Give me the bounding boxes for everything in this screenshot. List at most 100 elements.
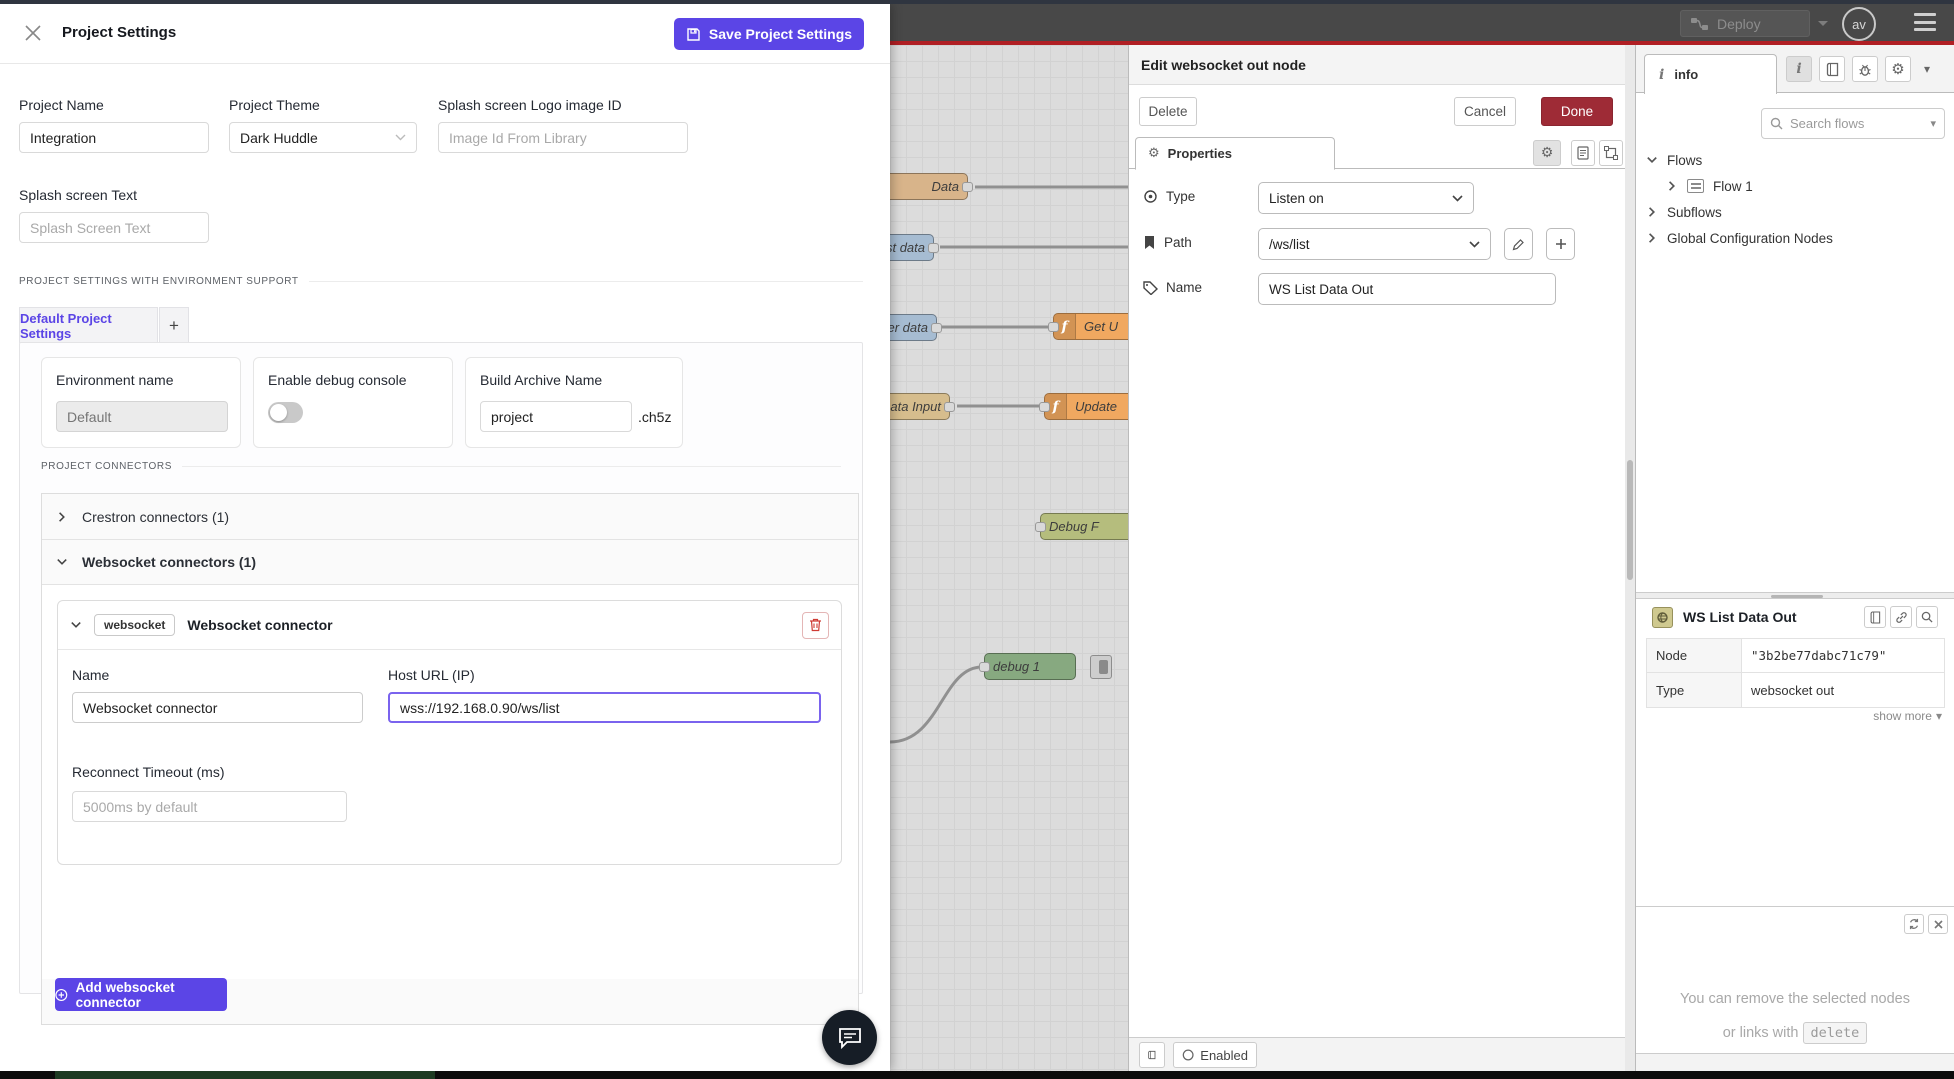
node-description-button[interactable]: [1571, 140, 1595, 166]
selected-node-header: WS List Data Out: [1636, 602, 1954, 632]
user-avatar[interactable]: av: [1842, 7, 1876, 41]
tab-info[interactable]: i info: [1644, 54, 1777, 94]
flow-icon: [1687, 179, 1704, 193]
info-sidebar: i info i ⚙ ▾: [1635, 45, 1954, 1071]
chevron-down-icon: [1646, 154, 1658, 166]
canvas-scrollbar[interactable]: [1625, 45, 1635, 1071]
project-theme-label: Project Theme: [229, 97, 320, 113]
sidebar-help-button[interactable]: [1819, 56, 1845, 82]
sidebar-more-tabs-caret[interactable]: ▾: [1924, 62, 1930, 76]
websocket-connector-card: websocket Websocket connector Name: [57, 600, 842, 865]
search-options-caret[interactable]: ▾: [1930, 117, 1936, 130]
chevron-down-icon: [395, 134, 406, 141]
archive-name-input[interactable]: [480, 401, 632, 432]
node-appearance-button[interactable]: [1599, 140, 1623, 166]
sidebar-tab-strip: i info i ⚙ ▾: [1636, 45, 1954, 93]
plus-icon: [1555, 238, 1567, 250]
canvas-node-debug-1[interactable]: debug 1: [984, 653, 1076, 680]
type-select[interactable]: Listen on: [1258, 182, 1474, 214]
node-info-table: Node "3b2be77dabc71c79" Type websocket o…: [1646, 638, 1945, 708]
gear-icon: ⚙: [1891, 60, 1904, 78]
node-link-button[interactable]: [1890, 606, 1912, 628]
divider-handle[interactable]: [1771, 595, 1823, 598]
main-menu-button[interactable]: [1914, 13, 1936, 31]
sidebar-info-button[interactable]: i: [1786, 56, 1812, 82]
chevron-right-icon: [1646, 232, 1658, 244]
delete-node-button[interactable]: Delete: [1139, 97, 1197, 126]
environment-name-input: [56, 401, 228, 432]
close-tip-button[interactable]: [1928, 914, 1948, 934]
node-output-port[interactable]: [944, 402, 955, 412]
debug-console-toggle[interactable]: [268, 402, 303, 423]
cancel-button[interactable]: Cancel: [1454, 97, 1516, 126]
connector-type-badge: websocket: [94, 614, 175, 636]
reconnect-timeout-label: Reconnect Timeout (ms): [72, 764, 225, 780]
node-output-port[interactable]: [928, 243, 939, 253]
splash-text-input[interactable]: [19, 212, 209, 243]
node-help-button[interactable]: [1139, 1042, 1165, 1068]
info-icon: i: [1796, 61, 1801, 77]
node-enabled-toggle[interactable]: Enabled: [1173, 1042, 1257, 1068]
table-row: Node "3b2be77dabc71c79": [1647, 639, 1944, 673]
add-environment-tab-button[interactable]: +: [159, 307, 189, 343]
websocket-connectors-row[interactable]: Websocket connectors (1): [42, 539, 858, 584]
type-field-label: Type: [1143, 189, 1195, 204]
sidebar-footer: [1636, 1053, 1954, 1071]
tab-properties[interactable]: ⚙ Properties: [1135, 137, 1335, 170]
link-icon: [1895, 611, 1908, 624]
add-websocket-connector-button[interactable]: Add websocket connector: [55, 978, 227, 1011]
project-theme-select[interactable]: Dark Huddle: [229, 122, 417, 153]
save-project-settings-button[interactable]: Save Project Settings: [674, 18, 864, 50]
node-output-port[interactable]: [962, 182, 973, 192]
websocket-node-icon: [1652, 607, 1673, 628]
node-output-port[interactable]: [931, 323, 942, 333]
project-name-input[interactable]: [19, 122, 209, 153]
debug-enable-toggle[interactable]: [1090, 655, 1112, 679]
connector-name-input[interactable]: [72, 692, 363, 723]
show-more-link[interactable]: show more▾: [1873, 709, 1942, 723]
crestron-connectors-row[interactable]: Crestron connectors (1): [42, 494, 858, 539]
debug-console-card: Enable debug console: [253, 357, 453, 448]
node-settings-button[interactable]: ⚙: [1533, 140, 1561, 166]
node-input-port[interactable]: [1035, 522, 1046, 532]
save-icon: [686, 27, 701, 42]
path-select[interactable]: /ws/list: [1258, 228, 1491, 260]
search-flows-input[interactable]: [1790, 116, 1923, 131]
tree-item-subflows[interactable]: Subflows: [1646, 200, 1722, 224]
node-id-value: "3b2be77dabc71c79": [1742, 639, 1944, 672]
canvas-scrollbar-thumb[interactable]: [1627, 460, 1633, 580]
node-docs-button[interactable]: [1864, 606, 1886, 628]
tips-panel: You can remove the selected nodes or lin…: [1636, 906, 1954, 1053]
gear-icon: ⚙: [1541, 145, 1554, 161]
deploy-caret-icon[interactable]: [1818, 21, 1828, 31]
tree-item-flows[interactable]: Flows: [1646, 148, 1702, 172]
sidebar-config-button[interactable]: ⚙: [1885, 56, 1911, 82]
tab-default-project-settings[interactable]: Default Project Settings: [19, 307, 158, 343]
sidebar-debug-button[interactable]: [1852, 56, 1878, 82]
chevron-down-icon[interactable]: [70, 619, 82, 631]
refresh-tip-button[interactable]: [1904, 914, 1924, 934]
done-button[interactable]: Done: [1541, 97, 1613, 126]
deploy-button[interactable]: Deploy: [1680, 10, 1810, 37]
node-input-port[interactable]: [979, 662, 990, 672]
close-icon[interactable]: [22, 22, 46, 46]
chat-help-button[interactable]: [822, 1010, 877, 1065]
reconnect-timeout-input[interactable]: [72, 791, 347, 822]
sidebar-resize-divider[interactable]: [1636, 592, 1954, 599]
node-input-port[interactable]: [1039, 402, 1050, 412]
splash-logo-input[interactable]: [438, 122, 688, 153]
target-icon: [1143, 189, 1158, 204]
delete-connector-button[interactable]: [802, 612, 829, 639]
node-search-button[interactable]: [1916, 606, 1938, 628]
tree-item-global-config[interactable]: Global Configuration Nodes: [1646, 226, 1833, 250]
bug-icon: [1858, 62, 1872, 77]
edit-path-button[interactable]: [1504, 228, 1533, 260]
add-path-button[interactable]: [1546, 228, 1575, 260]
host-url-input[interactable]: [388, 692, 821, 723]
table-row: Type websocket out: [1647, 673, 1944, 707]
node-name-input[interactable]: [1258, 273, 1556, 305]
gear-icon: ⚙: [1148, 146, 1160, 161]
build-archive-card: Build Archive Name .ch5z: [465, 357, 683, 448]
node-input-port[interactable]: [1048, 322, 1059, 332]
tree-item-flow-1[interactable]: Flow 1: [1666, 174, 1753, 198]
